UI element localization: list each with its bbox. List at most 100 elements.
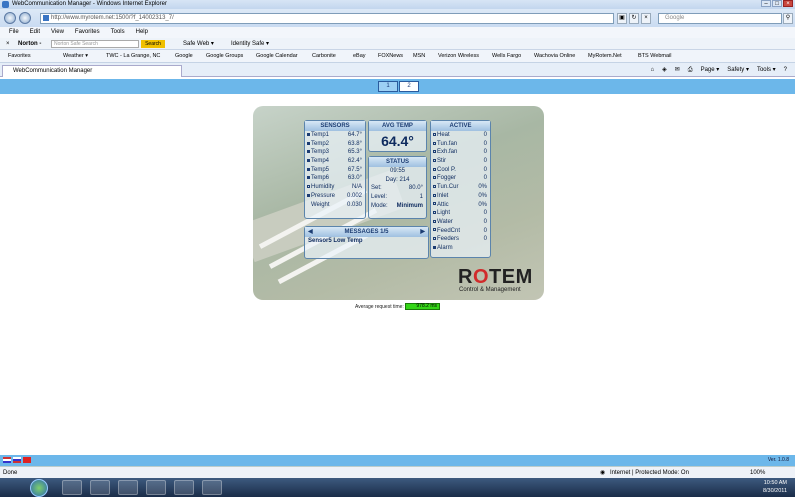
fav-myrotem[interactable]: MyRotem.Net [588,50,622,63]
fav-wachovia[interactable]: Wachovia Online [534,50,575,63]
forward-button[interactable] [19,12,31,24]
tab-webcommunication-manager[interactable]: WebCommunication Manager [2,65,182,77]
url-field[interactable]: http://www.myrotem.net:1500/?f_14002313_… [40,13,614,24]
norton-search-input[interactable]: Norton Safe Search [51,40,139,48]
tools-menu[interactable]: Tools ▾ [757,65,776,76]
sensor-row[interactable]: Temp2 63.8° [305,140,365,149]
search-input[interactable]: Google [658,13,782,24]
safe-web-menu[interactable]: Safe Web ▾ [183,38,214,50]
identity-safe-menu[interactable]: Identity Safe ▾ [231,38,269,50]
message-text: Sensor5 Low Temp [308,238,363,244]
search-go-icon[interactable]: ⚲ [783,13,793,24]
active-row[interactable]: Feeders 0 [431,235,490,244]
stop-icon[interactable]: × [641,13,651,24]
status-level: Level: 1 [371,194,423,201]
fav-google[interactable]: Google [175,50,193,63]
taskbar-folder-icon[interactable] [90,480,110,495]
prev-message-icon[interactable]: ◀ [308,227,313,237]
messages-title: MESSAGES 1/5 [344,229,389,235]
taskbar-explorer-icon[interactable] [62,480,82,495]
taskbar: 10:50 AM 8/30/2011 [0,478,795,497]
menu-help[interactable]: Help [136,27,148,38]
fav-weather[interactable]: Weather ▾ [63,50,88,63]
flag-ru-icon[interactable] [13,457,21,463]
next-message-icon[interactable]: ▶ [420,227,425,237]
menu-edit[interactable]: Edit [30,27,40,38]
sensor-row[interactable]: Weight 0.030 [305,201,365,210]
fav-wells-fargo[interactable]: Wells Fargo [492,50,521,63]
menu-tools[interactable]: Tools [111,27,125,38]
rotem-logo-subtitle: Control & Management [459,287,521,293]
minimize-button[interactable]: – [761,0,771,7]
mail-icon[interactable]: ✉ [675,65,680,76]
sensor-row[interactable]: Humidity N/A [305,183,365,192]
active-row[interactable]: Tun.Cur 0% [431,183,490,192]
browser-status-bar: Done ◉ Internet | Protected Mode: On 100… [0,466,795,478]
close-toolbar-icon[interactable]: × [6,38,10,50]
flag-us-icon[interactable] [3,457,11,463]
start-button[interactable] [30,479,48,497]
fav-msn[interactable]: MSN [413,50,425,63]
request-time-label: Average request time: [355,304,404,310]
active-row[interactable]: Water 0 [431,218,490,227]
sensor-row[interactable]: Temp3 65.3° [305,148,365,157]
page-2-button[interactable]: 2 [399,81,419,92]
page-menu[interactable]: Page ▾ [701,65,720,76]
maximize-button[interactable]: □ [772,0,782,7]
compatibility-icon[interactable]: ▣ [617,13,627,24]
active-row[interactable]: Exh.fan 0 [431,148,490,157]
fav-ebay[interactable]: eBay [353,50,366,63]
active-row[interactable]: Attic 0% [431,201,490,210]
active-title: ACTIVE [431,121,490,131]
back-button[interactable] [4,12,16,24]
page-1-button[interactable]: 1 [378,81,398,92]
request-time-value: 978.2 ms [405,303,440,310]
refresh-icon[interactable]: ↻ [629,13,639,24]
status-mode: Mode: Minimum [371,202,423,209]
norton-search-button[interactable]: Search [141,40,165,48]
help-icon[interactable]: ? [784,65,787,76]
taskbar-word-icon[interactable] [202,480,222,495]
active-row[interactable]: Cool P. 0 [431,166,490,175]
safety-menu[interactable]: Safety ▾ [727,65,749,76]
fav-google-calendar[interactable]: Google Calendar [256,50,298,63]
menu-file[interactable]: File [9,27,19,38]
active-row[interactable]: Stir 0 [431,157,490,166]
sensor-row[interactable]: Temp4 62.4° [305,157,365,166]
menu-favorites[interactable]: Favorites [75,27,100,38]
fav-verizon[interactable]: Verizon Wireless [438,50,479,63]
url-text: http://www.myrotem.net:1500/?f_14002313_… [51,15,174,21]
close-button[interactable]: × [783,0,793,7]
clock-date: 8/30/2011 [762,488,787,494]
taskbar-app-icon[interactable] [174,480,194,495]
favorites-button[interactable]: Favorites [8,50,31,63]
active-row[interactable]: Light 0 [431,209,490,218]
system-clock[interactable]: 10:50 AM 8/30/2011 [763,479,787,495]
taskbar-ie-icon[interactable] [146,480,166,495]
feeds-icon[interactable]: ◈ [662,65,667,76]
messages-box: ◀ MESSAGES 1/5 ▶ Sensor5 Low Temp [304,226,429,259]
active-row[interactable]: Fogger 0 [431,174,490,183]
fav-google-groups[interactable]: Google Groups [206,50,243,63]
sensor-row[interactable]: Temp1 64.7° [305,131,365,140]
active-row[interactable]: FeedCnt 0 [431,227,490,236]
fav-bts-webmail[interactable]: BTS Webmail [638,50,672,63]
favorites-bar: Favorites Weather ▾ TWC - La Grange, NC … [0,50,795,63]
sensor-row[interactable]: Temp5 67.5° [305,166,365,175]
active-row[interactable]: Alarm [431,244,490,253]
print-icon[interactable]: ⎙ [688,65,693,76]
fav-carbonite[interactable]: Carbonite [312,50,336,63]
page-footer: Ver. 1.0.8 [0,455,795,466]
sensor-row[interactable]: Pressure 0.002 [305,192,365,201]
active-row[interactable]: Tun.fan 0 [431,140,490,149]
menu-view[interactable]: View [51,27,64,38]
fav-twc[interactable]: TWC - La Grange, NC [106,50,160,63]
flag-cn-icon[interactable] [23,457,31,463]
home-icon[interactable]: ⌂ [650,65,654,76]
active-row[interactable]: Inlet 0% [431,192,490,201]
sensor-row[interactable]: Temp6 63.0° [305,174,365,183]
fav-foxnews[interactable]: FOXNews [378,50,403,63]
active-row[interactable]: Heat 0 [431,131,490,140]
taskbar-app-icon[interactable] [118,480,138,495]
norton-menu[interactable]: Norton - [18,38,41,50]
